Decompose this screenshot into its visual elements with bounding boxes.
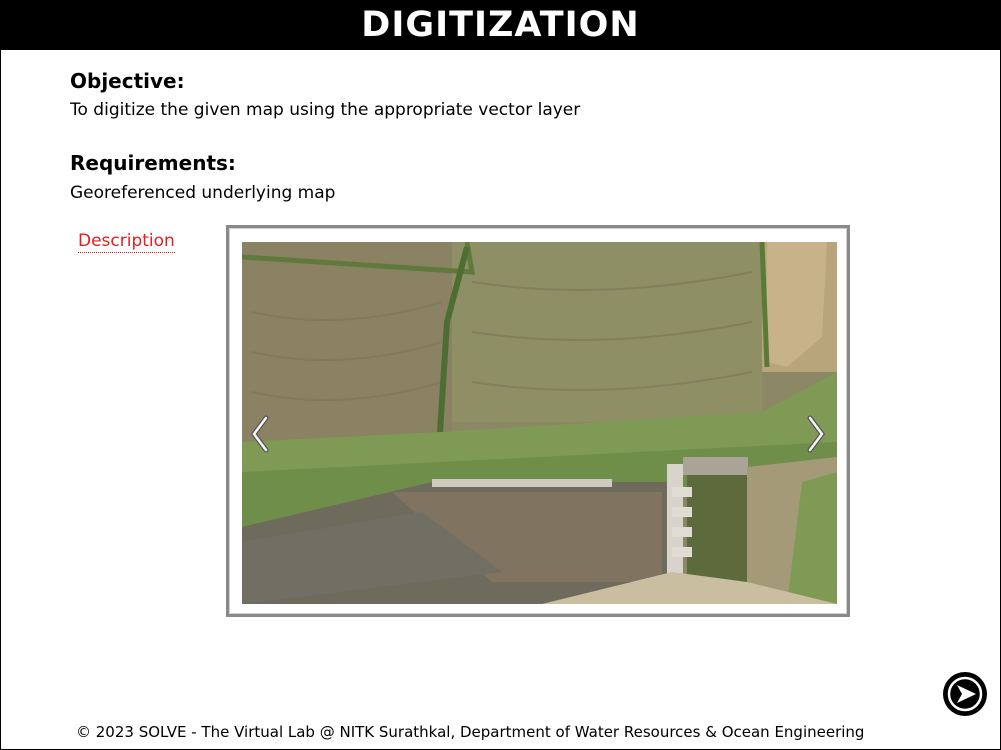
slider-prev-button[interactable] <box>248 414 272 454</box>
page-title: DIGITIZATION <box>0 0 1001 50</box>
requirements-text: Georeferenced underlying map <box>70 183 336 203</box>
chevron-left-icon <box>250 415 269 453</box>
aerial-map-image <box>242 242 837 604</box>
next-page-button[interactable] <box>943 672 987 716</box>
image-slider <box>226 225 850 617</box>
slider-next-button[interactable] <box>804 414 828 454</box>
footer-copyright: © 2023 SOLVE - The Virtual Lab @ NITK Su… <box>76 723 865 741</box>
objective-heading: Objective: <box>70 69 185 93</box>
objective-text: To digitize the given map using the appr… <box>70 100 581 120</box>
description-link[interactable]: Description <box>78 231 175 253</box>
arrow-right-circle-icon <box>944 673 986 715</box>
chevron-right-icon <box>807 415 826 453</box>
requirements-heading: Requirements: <box>70 151 236 175</box>
